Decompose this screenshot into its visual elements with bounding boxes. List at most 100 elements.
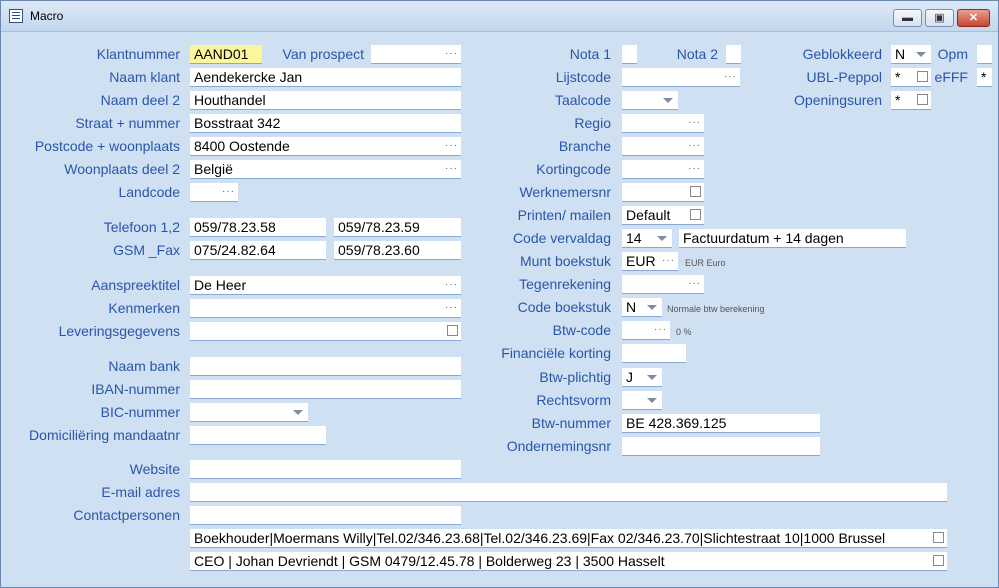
fax-field[interactable]: 059/78.23.60	[334, 241, 461, 260]
printen-label: Printen/ mailen	[517, 207, 611, 223]
chevron-down-icon[interactable]	[293, 410, 303, 415]
werknemersnr-field[interactable]	[622, 183, 704, 202]
openingsuren-field[interactable]: *	[891, 91, 931, 110]
ubl-label: UBL-Peppol	[806, 69, 883, 85]
lijstcode-field[interactable]: ···	[622, 68, 740, 87]
landcode-field[interactable]: ···	[190, 183, 238, 202]
straat-field[interactable]: Bosstraat 342	[190, 114, 461, 133]
checkbox-icon[interactable]	[917, 94, 928, 105]
kortingcode-label: Kortingcode	[536, 161, 611, 177]
geblokkeerd-label: Geblokkeerd	[802, 46, 882, 62]
email-label: E-mail adres	[101, 484, 180, 500]
code-boekstuk-label: Code boekstuk	[517, 299, 611, 315]
tegenrekening-label: Tegenrekening	[519, 276, 611, 292]
postcode-field[interactable]: 8400 Oostende ···	[190, 137, 461, 156]
domiciliering-label: Domiciliëring mandaatnr	[29, 427, 180, 443]
landcode-label: Landcode	[118, 184, 180, 200]
browse-icon[interactable]: ···	[445, 299, 458, 316]
checkbox-icon[interactable]	[690, 186, 701, 197]
kenmerken-field[interactable]: ···	[190, 299, 461, 318]
nota2-field[interactable]	[726, 45, 741, 64]
browse-icon[interactable]: ···	[445, 160, 458, 177]
regio-field[interactable]: ···	[622, 114, 704, 133]
domiciliering-field[interactable]	[190, 426, 326, 445]
van-prospect-field[interactable]: ···	[371, 45, 461, 64]
browse-icon[interactable]: ···	[688, 160, 701, 177]
fin-korting-field[interactable]	[622, 344, 686, 363]
browse-icon[interactable]: ···	[688, 275, 701, 292]
maximize-button[interactable]: ▣	[925, 9, 954, 27]
iban-label: IBAN-nummer	[91, 381, 180, 397]
tegenrekening-field[interactable]: ···	[622, 275, 704, 294]
vervaldag-dropdown[interactable]: 14	[622, 229, 672, 248]
chevron-down-icon[interactable]	[647, 305, 657, 310]
regio-label: Regio	[574, 115, 611, 131]
kortingcode-field[interactable]: ···	[622, 160, 704, 179]
munt-field[interactable]: EUR ···	[622, 252, 678, 271]
contactpersonen-field[interactable]	[190, 506, 461, 525]
nota1-field[interactable]	[622, 45, 637, 64]
woonplaats2-field[interactable]: België ···	[190, 160, 461, 179]
rechtsvorm-dropdown[interactable]	[622, 391, 662, 410]
checkbox-icon[interactable]	[933, 555, 944, 566]
chevron-down-icon[interactable]	[657, 236, 667, 241]
telefoon2-field[interactable]: 059/78.23.59	[334, 218, 461, 237]
browse-icon[interactable]: ···	[222, 183, 235, 200]
taalcode-dropdown[interactable]	[622, 91, 678, 110]
printen-field[interactable]: Default	[622, 206, 704, 225]
naam-klant-field[interactable]: Aendekercke Jan	[190, 68, 461, 87]
app-menu-icon[interactable]	[9, 9, 23, 23]
checkbox-icon[interactable]	[917, 71, 928, 82]
bic-dropdown[interactable]	[190, 403, 308, 422]
branche-label: Branche	[558, 138, 611, 154]
website-field[interactable]	[190, 460, 461, 479]
efff-field[interactable]: *	[977, 68, 992, 87]
contact-row[interactable]: CEO | Johan Devriendt | GSM 0479/12.45.7…	[190, 552, 947, 571]
close-button[interactable]: ✕	[957, 9, 990, 27]
code-boekstuk-dropdown[interactable]: N	[622, 298, 662, 317]
browse-icon[interactable]: ···	[688, 114, 701, 131]
browse-icon[interactable]: ···	[688, 137, 701, 154]
contact-row[interactable]: Boekhouder|Moermans Willy|Tel.02/346.23.…	[190, 529, 947, 548]
van-prospect-label: Van prospect	[282, 46, 364, 62]
browse-icon[interactable]: ···	[662, 252, 675, 269]
btw-plichtig-dropdown[interactable]: J	[622, 368, 662, 387]
browse-icon[interactable]: ···	[445, 45, 458, 62]
ondernemingsnr-label: Ondernemingsnr	[506, 438, 611, 454]
opm-field[interactable]	[977, 45, 992, 64]
email-field[interactable]	[190, 483, 947, 502]
branche-field[interactable]: ···	[622, 137, 704, 156]
geblokkeerd-dropdown[interactable]: N	[891, 45, 931, 64]
iban-field[interactable]	[190, 380, 461, 399]
klantnummer-field[interactable]: AAND01	[190, 45, 262, 64]
gsm-field[interactable]: 075/24.82.64	[190, 241, 326, 260]
naam-bank-field[interactable]	[190, 357, 461, 376]
telefoon1-field[interactable]: 059/78.23.58	[190, 218, 326, 237]
checkbox-icon[interactable]	[690, 209, 701, 220]
straat-label: Straat + nummer	[75, 115, 180, 131]
chevron-down-icon[interactable]	[647, 375, 657, 380]
title-bar: Macro ▬ ▣ ✕	[1, 1, 998, 32]
checkbox-icon[interactable]	[933, 532, 944, 543]
rechtsvorm-label: Rechtsvorm	[536, 392, 611, 408]
ondernemingsnr-field[interactable]	[622, 437, 820, 456]
aanspreektitel-field[interactable]: De Heer ···	[190, 276, 461, 295]
chevron-down-icon[interactable]	[647, 398, 657, 403]
minimize-button[interactable]: ▬	[893, 9, 922, 27]
btw-code-field[interactable]: ···	[622, 321, 670, 340]
efff-label: eFFF	[934, 69, 968, 85]
checkbox-icon[interactable]	[447, 325, 458, 336]
btw-nummer-label: Btw-nummer	[531, 415, 611, 431]
browse-icon[interactable]: ···	[445, 276, 458, 293]
browse-icon[interactable]: ···	[445, 137, 458, 154]
btw-code-label: Btw-code	[552, 322, 611, 338]
naam-deel2-field[interactable]: Houthandel	[190, 91, 461, 110]
btw-nummer-field[interactable]: BE 428.369.125	[622, 414, 820, 433]
browse-icon[interactable]: ···	[724, 68, 737, 85]
btw-plichtig-label: Btw-plichtig	[539, 369, 611, 385]
browse-icon[interactable]: ···	[654, 321, 667, 338]
chevron-down-icon[interactable]	[916, 52, 926, 57]
levering-field[interactable]	[190, 322, 461, 341]
chevron-down-icon[interactable]	[663, 98, 673, 103]
ubl-field[interactable]: *	[891, 68, 931, 87]
